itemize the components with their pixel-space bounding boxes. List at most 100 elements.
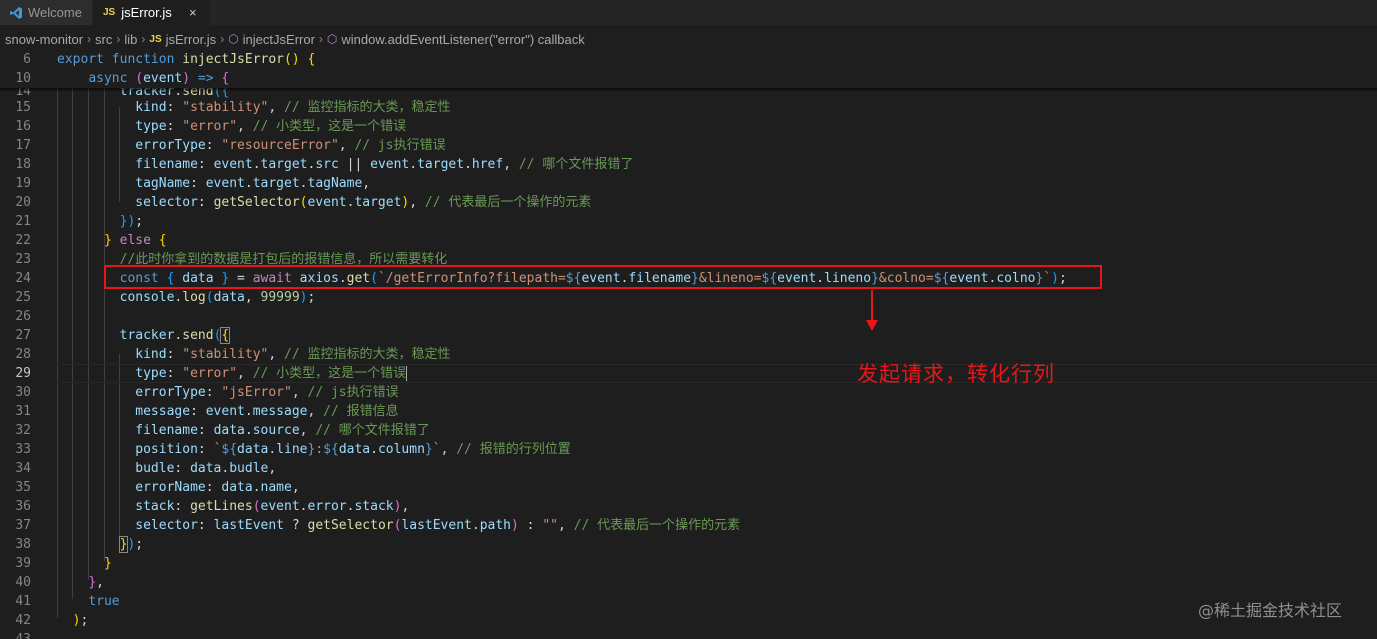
code-line: 31 message: event.message, // 报错信息 — [0, 402, 1377, 421]
code-line: 6 export function injectJsError() { — [0, 50, 1377, 69]
code-editor[interactable]: 6 export function injectJsError() { 10 as… — [0, 50, 1377, 639]
code-line: 20 selector: getSelector(event.target), … — [0, 193, 1377, 212]
line-number: 37 — [15, 518, 31, 533]
line-number: 41 — [15, 594, 31, 609]
tab-welcome-label: Welcome — [28, 5, 82, 20]
arrow-down-icon — [866, 290, 878, 331]
line-number: 31 — [15, 404, 31, 419]
code-text: type: "error", // 小类型，这是一个错误 — [135, 366, 408, 381]
line-number: 38 — [15, 537, 31, 552]
close-icon[interactable]: × — [186, 5, 200, 20]
code-text: kind: "stability", // 监控指标的大类，稳定性 — [135, 347, 451, 362]
breadcrumb: snow-monitor › src › lib › JS jsError.js… — [0, 29, 585, 49]
code-line: 18 filename: event.target.src || event.t… — [0, 155, 1377, 174]
line-number: 33 — [15, 442, 31, 457]
function-symbol-icon: ⬡ — [228, 32, 239, 46]
code-text: filename: event.target.src || event.targ… — [135, 157, 634, 172]
sticky-scroll-shadow — [0, 88, 1377, 92]
line-number: 32 — [15, 423, 31, 438]
code-text: selector: getSelector(event.target), // … — [135, 195, 592, 210]
code-line: 34 budle: data.budle, — [0, 459, 1377, 478]
code-line: 16 type: "error", // 小类型，这是一个错误 — [0, 117, 1377, 136]
chevron-right-icon: › — [116, 32, 121, 46]
code-line: 28 kind: "stability", // 监控指标的大类，稳定性 — [0, 345, 1377, 364]
code-line: 21 }); — [0, 212, 1377, 231]
breadcrumb-item-file[interactable]: jsError.js — [166, 32, 217, 47]
tab-welcome[interactable]: Welcome — [0, 0, 93, 25]
tab-jserror-label: jsError.js — [121, 5, 172, 20]
tab-jserror[interactable]: JS jsError.js × — [92, 0, 211, 25]
code-text: }, — [88, 575, 104, 590]
code-line: 27 tracker.send({ — [0, 326, 1377, 345]
code-text: tagName: event.target.tagName, — [135, 176, 371, 191]
line-number: 6 — [23, 52, 31, 67]
code-text: }); — [119, 214, 144, 229]
breadcrumb-item-function[interactable]: injectJsError — [243, 32, 315, 47]
code-line: 10 async (event) => { — [0, 69, 1377, 88]
chevron-right-icon: › — [141, 32, 146, 46]
line-number: 22 — [15, 233, 31, 248]
code-text: } else { — [103, 233, 167, 248]
code-line: 17 errorType: "resourceError", // js执行错误 — [0, 136, 1377, 155]
code-text: }); — [118, 536, 144, 553]
text-cursor — [406, 366, 408, 381]
chevron-right-icon: › — [220, 32, 225, 46]
line-number: 42 — [15, 613, 31, 628]
line-number: 25 — [15, 290, 31, 305]
code-line: 36 stack: getLines(event.error.stack), — [0, 497, 1377, 516]
line-number: 36 — [15, 499, 31, 514]
code-line: 43 — [0, 630, 1377, 639]
code-text: budle: data.budle, — [135, 461, 277, 476]
line-number: 43 — [0, 630, 31, 639]
function-symbol-icon: ⬡ — [326, 32, 338, 46]
code-text: stack: getLines(event.error.stack), — [135, 499, 410, 514]
code-text: export function injectJsError() { — [57, 52, 316, 67]
code-text: true — [88, 594, 120, 609]
chevron-right-icon: › — [318, 32, 323, 46]
line-number: 23 — [15, 252, 31, 267]
code-text: filename: data.source, // 哪个文件报错了 — [135, 423, 430, 438]
line-number: 10 — [15, 71, 31, 86]
line-number: 19 — [15, 176, 31, 191]
code-text: tracker.send({ — [119, 327, 231, 344]
watermark: @稀土掘金技术社区 — [1198, 601, 1343, 620]
line-number: 20 — [15, 195, 31, 210]
code-text: errorName: data.name, — [135, 480, 300, 495]
code-line: 30 errorType: "jsError", // js执行错误 — [0, 383, 1377, 402]
line-number: 40 — [15, 575, 31, 590]
code-line: 39 } — [0, 554, 1377, 573]
code-text: selector: lastEvent ? getSelector(lastEv… — [135, 518, 741, 533]
highlight-box — [104, 265, 1102, 289]
line-number: 15 — [15, 100, 31, 115]
editor-tab-bar: Welcome JS jsError.js × — [0, 0, 1377, 25]
code-text: } — [103, 556, 112, 571]
breadcrumb-item-project[interactable]: snow-monitor — [5, 32, 83, 47]
line-number: 18 — [15, 157, 31, 172]
code-line: 42 ); — [0, 611, 1377, 630]
js-file-icon: JS — [149, 33, 162, 45]
code-line: 35 errorName: data.name, — [0, 478, 1377, 497]
code-line-current: 29 type: "error", // 小类型，这是一个错误 — [0, 364, 1377, 383]
line-number: 17 — [15, 138, 31, 153]
code-line: 37 selector: lastEvent ? getSelector(las… — [0, 516, 1377, 535]
code-line: 32 filename: data.source, // 哪个文件报错了 — [0, 421, 1377, 440]
breadcrumb-item-lib[interactable]: lib — [124, 32, 137, 47]
breadcrumb-item-src[interactable]: src — [95, 32, 112, 47]
line-number: 21 — [15, 214, 31, 229]
code-line: 22 } else { — [0, 231, 1377, 250]
code-line: 41 true — [0, 592, 1377, 611]
code-line: 19 tagName: event.target.tagName, — [0, 174, 1377, 193]
js-file-icon: JS — [102, 7, 116, 18]
line-number: 16 — [15, 119, 31, 134]
line-number: 26 — [15, 309, 31, 324]
breadcrumb-item-callback[interactable]: window.addEventListener("error") callbac… — [341, 32, 584, 47]
code-text: async (event) => { — [88, 71, 230, 86]
code-text: errorType: "resourceError", // js执行错误 — [135, 138, 446, 153]
code-line: 38 }); — [0, 535, 1377, 554]
line-number: 30 — [15, 385, 31, 400]
annotation-text: 发起请求，转化行列 — [857, 362, 1055, 386]
code-line: 26 — [0, 307, 1377, 326]
vscode-icon — [10, 6, 22, 19]
code-text: console.log(data, 99999); — [119, 290, 316, 305]
line-number: 27 — [15, 328, 31, 343]
